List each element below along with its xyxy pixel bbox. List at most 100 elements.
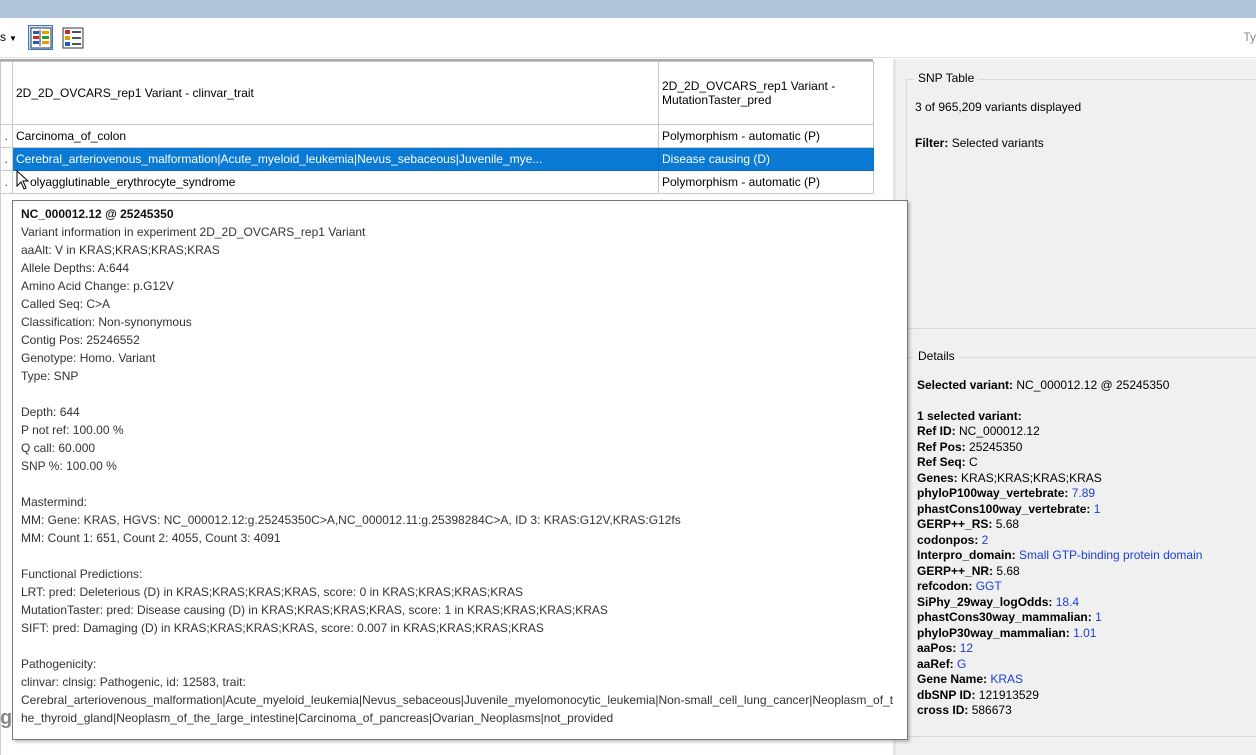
detail-field-link[interactable]: Small GTP-binding protein domain	[1019, 548, 1202, 562]
toolbar: s ▼ Ty	[0, 18, 1256, 58]
cell-mutationtaster-pred[interactable]: Disease causing (D)	[658, 147, 874, 171]
detail-field: dbSNP ID: 121913529	[917, 688, 1256, 704]
detail-field: codonpos: 2	[917, 533, 1256, 549]
tooltip-line: SNP %: 100.00 %	[21, 459, 117, 473]
detail-field-link[interactable]: GGT	[976, 579, 1002, 593]
detail-field-value: KRAS;KRAS;KRAS;KRAS	[961, 470, 1102, 485]
detail-field-key: aaPos:	[917, 641, 957, 655]
detail-field-link[interactable]: 7.89	[1072, 486, 1095, 500]
selected-variant-value: NC_000012.12 @ 25245350	[1016, 378, 1170, 392]
table-row[interactable]: . olyagglutinable_erythrocyte_syndrome P…	[0, 170, 874, 194]
detail-field-key: Ref Seq:	[917, 455, 966, 469]
detail-field-value: 121913529	[978, 687, 1039, 702]
detail-field: aaRef: G	[917, 657, 1256, 673]
details-content: Selected variant: NC_000012.12 @ 2524535…	[917, 378, 1256, 719]
selected-variant-line: Selected variant: NC_000012.12 @ 2524535…	[917, 378, 1256, 394]
detail-field-key: dbSNP ID:	[917, 687, 976, 702]
row-marker: .	[0, 170, 13, 194]
detail-field-key: Genes:	[917, 470, 958, 485]
detail-field: Interpro_domain: Small GTP-binding prote…	[917, 548, 1256, 564]
detail-field: GERP++_NR: 5.68	[917, 564, 1256, 580]
selected-count-heading: 1 selected variant:	[917, 408, 1022, 423]
detail-field-link[interactable]: KRAS	[990, 672, 1023, 686]
snp-filter-toggle-button[interactable]	[28, 25, 53, 50]
tooltip-line: Type: SNP	[21, 369, 79, 383]
tooltip-line: Mastermind:	[21, 495, 88, 509]
tooltip-line: LRT: pred: Deleterious (D) in KRAS;KRAS;…	[21, 585, 523, 599]
detail-field-link[interactable]: 1	[1095, 610, 1102, 624]
detail-field-value: C	[969, 455, 978, 469]
menu-dropdown[interactable]: s ▼	[0, 30, 17, 44]
detail-field-key: phyloP30way_mammalian:	[917, 625, 1070, 640]
tooltip-section-variant-info: Variant information in experiment 2D_2D_…	[21, 223, 899, 385]
tooltip-line: MM: Gene: KRAS, HGVS: NC_000012.12:g.252…	[21, 513, 681, 527]
row-marker: .	[0, 147, 13, 171]
table-row-selected[interactable]: . Cerebral_arteriovenous_malformation|Ac…	[0, 147, 874, 171]
detail-field-value: NC_000012.12	[959, 424, 1040, 438]
search-box-fragment[interactable]: Ty	[1243, 30, 1256, 44]
cell-clinvar-trait[interactable]: olyagglutinable_erythrocyte_syndrome	[12, 170, 659, 194]
detail-field: Ref ID: NC_000012.12	[917, 424, 1256, 440]
detail-field-value: 25245350	[969, 439, 1023, 454]
detail-field-link[interactable]: 1	[1094, 502, 1101, 516]
table-row[interactable]: . Carcinoma_of_colon Polymorphism - auto…	[0, 124, 874, 148]
detail-field-key: aaRef:	[917, 656, 954, 671]
detail-field: cross ID: 586673	[917, 703, 1256, 719]
tooltip-line: aaAlt: V in KRAS;KRAS;KRAS;KRAS	[21, 243, 220, 257]
detail-field: Ref Pos: 25245350	[917, 440, 1256, 456]
detail-field: refcodon: GGT	[917, 579, 1256, 595]
detail-field-link[interactable]: G	[957, 657, 966, 671]
color-legend-button[interactable]	[60, 25, 85, 50]
menu-label: s	[0, 30, 6, 44]
tooltip-line: Allele Depths: A:644	[21, 261, 130, 275]
tooltip-line: MutationTaster: pred: Disease causing (D…	[21, 603, 608, 617]
cell-clinvar-trait[interactable]: Carcinoma_of_colon	[12, 124, 659, 148]
variant-count-text: 3 of 965,209 variants displayed	[915, 100, 1082, 114]
tooltip-line: Functional Predictions:	[21, 567, 143, 581]
right-pane: SNP Table 3 of 965,209 variants displaye…	[896, 59, 1256, 755]
cell-mutationtaster-pred[interactable]: Polymorphism - automatic (P)	[658, 170, 874, 194]
cell-clinvar-trait[interactable]: Cerebral_arteriovenous_malformation|Acut…	[12, 147, 659, 171]
tooltip-line: Called Seq: C>A	[21, 297, 111, 311]
tooltip-section-quality: Depth: 644 P not ref: 100.00 % Q call: 60.…	[21, 403, 899, 475]
details-fields: Ref ID: NC_000012.12 Ref Pos: 25245350 Ref…	[917, 424, 1256, 719]
detail-field-key: Interpro_domain:	[917, 548, 1016, 562]
detail-field-link[interactable]: 1.01	[1073, 626, 1096, 640]
detail-field: Ref Seq: C	[917, 455, 1256, 471]
tooltip-line: Q call: 60.000	[21, 441, 96, 455]
color-legend-icon	[62, 27, 83, 48]
details-title: Details	[914, 349, 959, 363]
tooltip-title: NC_000012.12 @ 25245350	[21, 207, 174, 221]
cell-mutationtaster-pred[interactable]: Polymorphism - automatic (P)	[658, 124, 874, 148]
detail-field-key: refcodon:	[917, 579, 973, 593]
tooltip-pathogenicity-heading: Pathogenicity:	[21, 657, 97, 671]
column-header-clinvar-trait[interactable]: 2D_2D_OVCARS_rep1 Variant - clinvar_trai…	[12, 61, 659, 125]
detail-field: SiPhy_29way_logOdds: 18.4	[917, 595, 1256, 611]
row-marker: .	[0, 124, 13, 148]
tooltip-line: Contig Pos: 25246552	[21, 333, 140, 347]
tooltip-line: Genotype: Homo. Variant	[21, 351, 156, 365]
detail-field-link[interactable]: 2	[982, 533, 989, 547]
tooltip-line: Amino Acid Change: p.G12V	[21, 279, 174, 293]
detail-field: Gene Name: KRAS	[917, 672, 1256, 688]
filter-value: Selected variants	[951, 136, 1044, 150]
detail-field-link[interactable]: 18.4	[1056, 595, 1079, 609]
detail-field-link[interactable]: 12	[960, 641, 973, 655]
tooltip-line: Depth: 644	[21, 405, 80, 419]
detail-field: phastCons30way_mammalian: 1	[917, 610, 1256, 626]
detail-field-key: phastCons30way_mammalian:	[917, 610, 1092, 624]
detail-field: aaPos: 12	[917, 641, 1256, 657]
column-header-mutationtaster-pred[interactable]: 2D_2D_OVCARS_rep1 Variant - MutationTast…	[658, 61, 874, 125]
detail-field-value: 586673	[971, 703, 1012, 717]
snp-filter-toggle-icon	[30, 27, 51, 48]
filter-status: Filter: Selected variants	[915, 136, 1044, 150]
detail-field-key: phyloP100way_vertebrate:	[917, 486, 1069, 500]
detail-field-key: GERP++_NR:	[917, 563, 994, 578]
row-header-corner	[0, 61, 13, 125]
detail-field-key: codonpos:	[917, 532, 979, 547]
detail-field: GERP++_RS: 5.68	[917, 517, 1256, 533]
